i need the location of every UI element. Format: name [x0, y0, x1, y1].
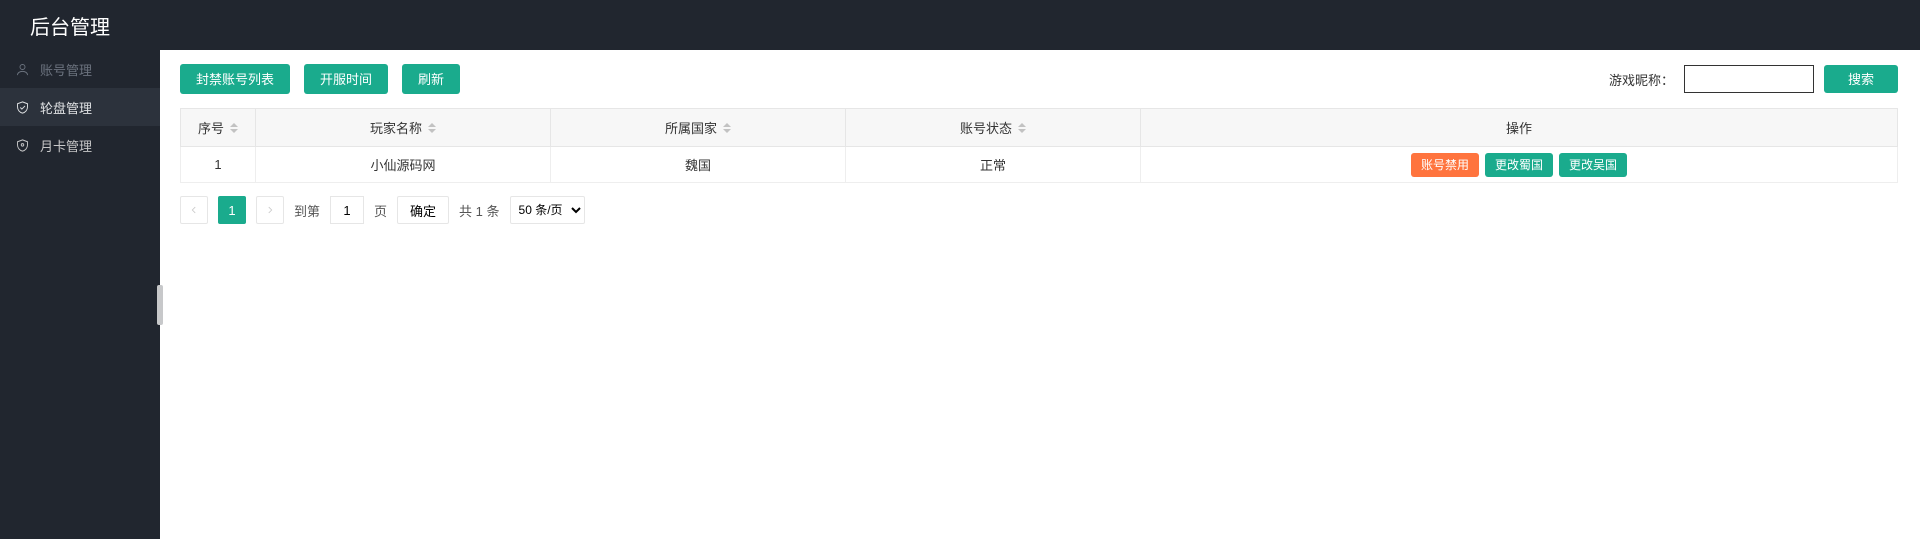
goto-page-input[interactable] [330, 196, 364, 224]
next-page-button[interactable] [256, 196, 284, 224]
search-button[interactable]: 搜索 [1824, 65, 1898, 93]
page-unit-label: 页 [374, 201, 387, 220]
banned-list-button[interactable]: 封禁账号列表 [180, 64, 290, 94]
chevron-left-icon [189, 205, 199, 215]
table-row: 1 小仙源码网 魏国 正常 账号禁用 更改蜀国 更改吴国 [181, 147, 1898, 183]
th-actions: 操作 [1141, 109, 1898, 147]
sort-icon [723, 123, 731, 133]
sidebar-item-accounts[interactable]: 账号管理 [0, 50, 160, 88]
shield-check-icon [14, 99, 30, 115]
sidebar-item-label: 账号管理 [40, 60, 92, 79]
th-name[interactable]: 玩家名称 [256, 109, 551, 147]
toolbar: 封禁账号列表 开服时间 刷新 游戏昵称： 搜索 [180, 64, 1898, 94]
change-wu-button[interactable]: 更改吴国 [1559, 153, 1627, 177]
th-status[interactable]: 账号状态 [846, 109, 1141, 147]
th-country[interactable]: 所属国家 [551, 109, 846, 147]
main-content: 封禁账号列表 开服时间 刷新 游戏昵称： 搜索 序号 [160, 50, 1920, 539]
cell-name: 小仙源码网 [256, 147, 551, 183]
search-group: 游戏昵称： 搜索 [1609, 65, 1898, 93]
page-number[interactable]: 1 [218, 196, 246, 224]
search-label: 游戏昵称： [1609, 70, 1674, 89]
cell-index: 1 [181, 147, 256, 183]
user-icon [14, 61, 30, 77]
goto-label: 到第 [294, 201, 320, 220]
disable-account-button[interactable]: 账号禁用 [1411, 153, 1479, 177]
th-index[interactable]: 序号 [181, 109, 256, 147]
cell-status: 正常 [846, 147, 1141, 183]
header: 后台管理 [0, 0, 1920, 50]
refresh-button[interactable]: 刷新 [402, 64, 460, 94]
change-shu-button[interactable]: 更改蜀国 [1485, 153, 1553, 177]
sidebar-collapse-handle[interactable] [157, 285, 163, 325]
app-title: 后台管理 [30, 11, 110, 40]
app-root: 后台管理 账号管理 轮盘管理 月卡管理 [0, 0, 1920, 539]
prev-page-button[interactable] [180, 196, 208, 224]
page-size-select[interactable]: 50 条/页 [510, 196, 585, 224]
sort-icon [230, 123, 238, 133]
cell-actions: 账号禁用 更改蜀国 更改吴国 [1141, 147, 1898, 183]
chevron-right-icon [265, 205, 275, 215]
sidebar: 账号管理 轮盘管理 月卡管理 [0, 50, 160, 539]
goto-confirm-button[interactable]: 确定 [397, 196, 449, 224]
sidebar-item-label: 轮盘管理 [40, 98, 92, 117]
cell-country: 魏国 [551, 147, 846, 183]
body: 账号管理 轮盘管理 月卡管理 封禁账号列表 开服时间 刷新 [0, 50, 1920, 539]
pagination: 1 到第 页 确定 共 1 条 50 条/页 [180, 195, 1898, 225]
data-table: 序号 玩家名称 所属国家 账号状态 操作 [180, 108, 1898, 183]
search-input[interactable] [1684, 65, 1814, 93]
sort-icon [428, 123, 436, 133]
total-label: 共 1 条 [459, 201, 499, 220]
sidebar-item-monthcard[interactable]: 月卡管理 [0, 126, 160, 164]
sidebar-item-roulette[interactable]: 轮盘管理 [0, 88, 160, 126]
sort-icon [1018, 123, 1026, 133]
sidebar-item-label: 月卡管理 [40, 136, 92, 155]
open-time-button[interactable]: 开服时间 [304, 64, 388, 94]
badge-icon [14, 137, 30, 153]
